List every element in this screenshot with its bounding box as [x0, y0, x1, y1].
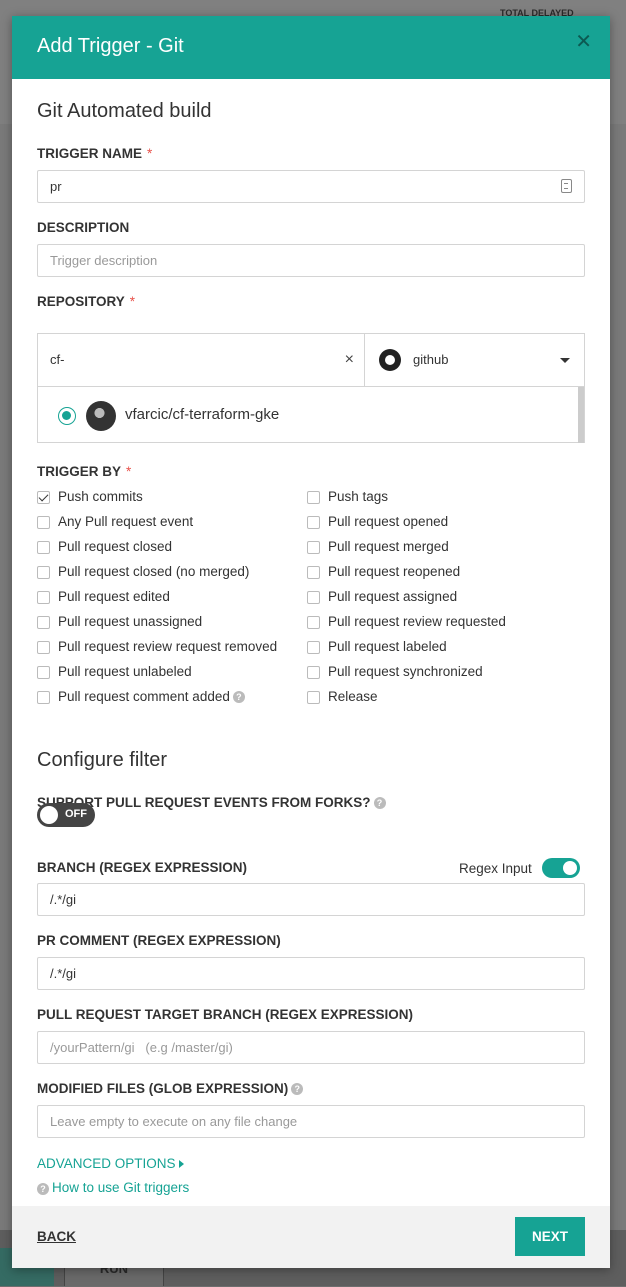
regex-input-label: Regex Input — [459, 861, 532, 876]
modified-files-input[interactable]: Leave empty to execute on any file chang… — [37, 1105, 585, 1138]
pr-target-branch-input[interactable]: /yourPattern/gi (e.g /master/gi) — [37, 1031, 585, 1064]
checkbox[interactable] — [307, 566, 320, 579]
checkbox[interactable] — [37, 591, 50, 604]
autofill-icon — [561, 179, 572, 193]
scrollbar[interactable] — [578, 387, 584, 443]
checkbox[interactable] — [37, 616, 50, 629]
provider-dropdown[interactable]: github — [365, 334, 584, 387]
clear-icon[interactable]: × — [345, 334, 354, 386]
form-heading: Git Automated build — [37, 100, 212, 122]
avatar — [86, 401, 116, 431]
checkbox[interactable] — [37, 516, 50, 529]
repository-result-item[interactable]: vfarcic/cf-terraform-gke — [38, 387, 584, 443]
help-icon[interactable]: ? — [232, 691, 245, 703]
chevron-down-icon — [560, 358, 570, 363]
repository-radio[interactable] — [58, 407, 76, 425]
help-icon: ? — [37, 1183, 49, 1195]
modal-header: Add Trigger - Git ✕ — [12, 16, 610, 79]
forks-toggle[interactable]: OFF — [37, 803, 95, 827]
description-label: DESCRIPTION — [37, 220, 130, 235]
advanced-options-link[interactable]: ADVANCED OPTIONS — [37, 1156, 184, 1171]
checkbox[interactable] — [307, 616, 320, 629]
checkbox[interactable] — [307, 591, 320, 604]
trigger-by-label: TRIGGER BY * — [37, 464, 132, 479]
checkbox[interactable] — [307, 541, 320, 554]
description-input[interactable]: Trigger description — [37, 244, 585, 277]
modal-footer: BACK NEXT — [12, 1206, 610, 1268]
repository-selector: cf- × github vfarcic/cf-terraform-gke — [37, 333, 585, 443]
github-icon — [379, 349, 401, 371]
checkbox[interactable] — [37, 691, 50, 704]
modal-title: Add Trigger - Git — [37, 35, 184, 57]
add-trigger-modal: Add Trigger - Git ✕ Git Automated build … — [12, 16, 610, 1268]
back-button[interactable]: BACK — [37, 1229, 76, 1244]
checkbox[interactable] — [307, 691, 320, 704]
close-icon[interactable]: ✕ — [575, 29, 592, 54]
pr-comment-label: PR COMMENT (REGEX EXPRESSION) — [37, 933, 281, 948]
repository-label: REPOSITORY * — [37, 294, 136, 309]
checkbox[interactable] — [307, 666, 320, 679]
help-link[interactable]: ? How to use Git triggers — [37, 1180, 189, 1195]
checkbox[interactable] — [37, 491, 50, 504]
help-icon[interactable]: ? — [373, 797, 386, 809]
pr-target-branch-label: PULL REQUEST TARGET BRANCH (REGEX EXPRES… — [37, 1007, 414, 1022]
modified-files-label: MODIFIED FILES (GLOB EXPRESSION)? — [37, 1081, 304, 1096]
repository-search-input[interactable]: cf- × — [38, 334, 365, 387]
branch-label: BRANCH (REGEX EXPRESSION) — [37, 860, 248, 875]
branch-input[interactable]: /.*/gi — [37, 883, 585, 916]
checkbox[interactable] — [37, 541, 50, 554]
checkbox[interactable] — [307, 516, 320, 529]
checkbox[interactable] — [37, 566, 50, 579]
checkbox[interactable] — [37, 666, 50, 679]
configure-filter-heading: Configure filter — [37, 749, 168, 771]
provider-label: github — [413, 352, 449, 367]
trigger-name-input[interactable]: pr — [37, 170, 585, 203]
help-icon[interactable]: ? — [291, 1083, 304, 1095]
repository-name: vfarcic/cf-terraform-gke — [125, 406, 280, 423]
next-button[interactable]: NEXT — [515, 1217, 585, 1256]
regex-input-toggle[interactable] — [542, 858, 580, 878]
pr-comment-input[interactable]: /.*/gi — [37, 957, 585, 990]
checkbox[interactable] — [307, 491, 320, 504]
chevron-right-icon — [178, 1160, 184, 1168]
checkbox[interactable] — [307, 641, 320, 654]
checkbox[interactable] — [37, 641, 50, 654]
trigger-name-label: TRIGGER NAME * — [37, 146, 153, 161]
